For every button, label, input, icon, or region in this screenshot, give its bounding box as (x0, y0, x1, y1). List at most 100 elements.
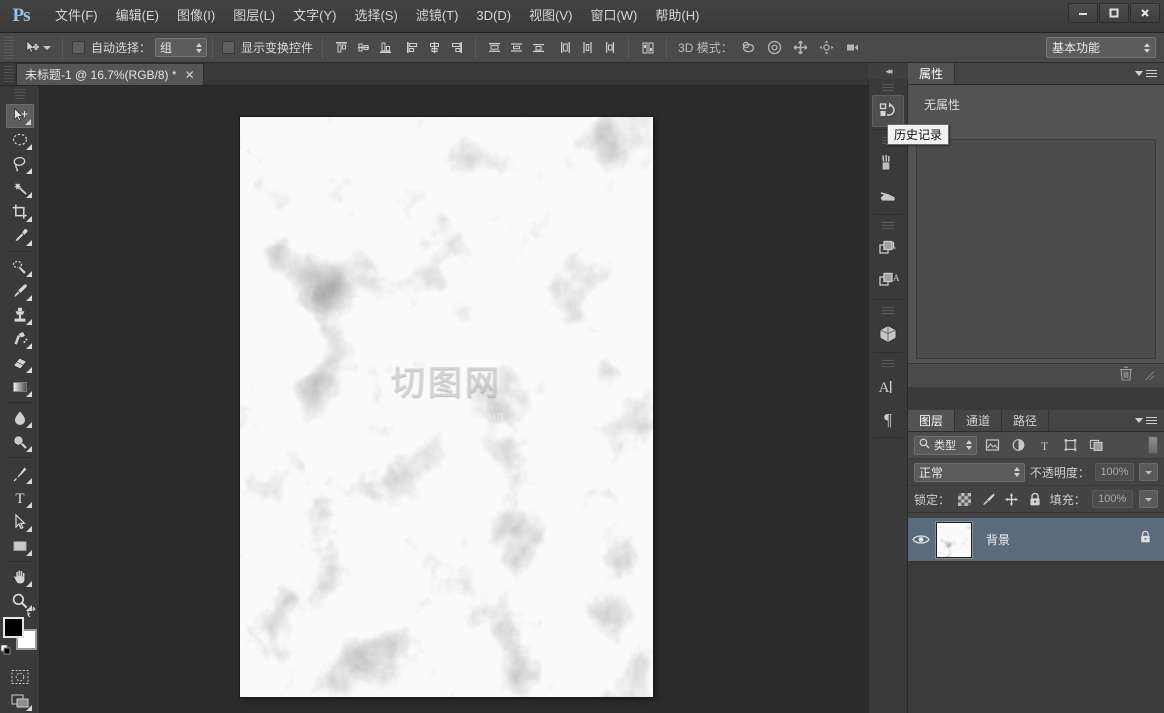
brush-panel-icon[interactable] (872, 148, 904, 180)
opacity-stepper[interactable] (1139, 463, 1158, 481)
panel-resize-grip[interactable] (1145, 371, 1154, 380)
default-colors-icon[interactable] (0, 643, 12, 661)
menu-edit[interactable]: 编辑(E) (107, 5, 168, 27)
options-bar-grip[interactable] (4, 36, 14, 59)
layer-comps-panel-icon[interactable] (872, 233, 904, 265)
magic-wand-tool[interactable] (6, 176, 34, 200)
distribute-horizontal-centers-icon[interactable] (578, 38, 597, 57)
close-button[interactable] (1130, 3, 1160, 23)
hand-tool[interactable] (6, 565, 34, 589)
workspace-switcher[interactable]: 基本功能 (1046, 37, 1156, 58)
lock-all-icon[interactable] (1026, 490, 1043, 508)
align-vertical-centers-icon[interactable] (354, 38, 373, 57)
maximize-button[interactable] (1099, 3, 1129, 23)
eye-icon[interactable] (908, 533, 934, 546)
tab-layers[interactable]: 图层 (908, 410, 956, 431)
show-transform-controls-group[interactable]: 显示变换控件 (218, 39, 317, 56)
dodge-tool[interactable] (6, 430, 34, 454)
layer-filter-type-dropdown[interactable]: 类型 (914, 435, 977, 455)
move-tool[interactable] (5, 103, 34, 128)
filter-adjustment-layers-icon[interactable] (1007, 435, 1029, 455)
clone-stamp-tool[interactable] (6, 303, 34, 327)
distribute-right-edges-icon[interactable] (600, 38, 619, 57)
lock-transparent-pixels-icon[interactable] (956, 490, 973, 508)
rectangle-tool[interactable] (6, 534, 34, 558)
minimize-button[interactable] (1068, 3, 1098, 23)
tab-bar-grip[interactable] (4, 66, 14, 84)
distribute-vertical-centers-icon[interactable] (507, 38, 526, 57)
menu-select[interactable]: 选择(S) (345, 5, 406, 27)
rail-grip[interactable] (882, 307, 894, 316)
tool-preset-chevron-down-icon[interactable] (43, 45, 51, 50)
opacity-value[interactable]: 100% (1094, 463, 1135, 481)
auto-select-checkbox[interactable] (72, 41, 85, 54)
menu-filter[interactable]: 滤镜(T) (407, 5, 468, 27)
tab-properties[interactable]: 属性 (908, 63, 956, 84)
align-right-edges-icon[interactable] (447, 38, 466, 57)
tab-paths[interactable]: 路径 (1002, 410, 1050, 431)
pan-3d-object-icon[interactable] (791, 38, 811, 57)
align-horizontal-centers-icon[interactable] (425, 38, 444, 57)
auto-select-scope-dropdown[interactable]: 组 (155, 38, 208, 57)
history-panel-icon[interactable] (872, 95, 904, 127)
pen-tool[interactable] (6, 461, 34, 485)
tools-panel-grip[interactable] (14, 89, 25, 101)
active-tool-preset[interactable] (17, 36, 57, 60)
rail-grip[interactable] (882, 222, 894, 231)
menu-window[interactable]: 窗口(W) (581, 5, 646, 27)
rail-grip[interactable] (882, 360, 894, 369)
horizontal-type-tool[interactable]: T (6, 486, 34, 510)
crop-tool[interactable] (6, 200, 34, 224)
path-selection-tool[interactable] (6, 510, 34, 534)
table-row[interactable]: 背景 (908, 518, 1164, 562)
slide-3d-object-icon[interactable] (817, 38, 837, 57)
blur-tool[interactable] (6, 406, 34, 430)
filter-shape-layers-icon[interactable] (1059, 435, 1081, 455)
elliptical-marquee-tool[interactable] (6, 128, 34, 152)
menu-type[interactable]: 文字(Y) (284, 5, 345, 27)
brush-presets-panel-icon[interactable] (872, 180, 904, 212)
distribute-bottom-edges-icon[interactable] (529, 38, 548, 57)
eraser-tool[interactable] (6, 351, 34, 375)
align-bottom-edges-icon[interactable] (376, 38, 395, 57)
document-canvas[interactable]: 切图网 www.sxiaw.com (240, 117, 653, 697)
close-icon[interactable]: ✕ (185, 69, 195, 81)
filter-smart-object-icon[interactable] (1085, 435, 1107, 455)
menu-help[interactable]: 帮助(H) (646, 5, 708, 27)
menu-file[interactable]: 文件(F) (46, 5, 107, 27)
swap-colors-icon[interactable] (25, 605, 38, 621)
trash-icon[interactable] (1119, 366, 1133, 386)
auto-select-checkbox-group[interactable]: 自动选择： (68, 39, 155, 56)
show-transform-checkbox[interactable] (222, 41, 236, 54)
brush-tool[interactable] (6, 279, 34, 303)
rail-grip[interactable] (882, 84, 894, 93)
character-panel-icon[interactable]: A (872, 371, 904, 403)
panel-menu-icon[interactable] (1135, 63, 1164, 84)
lock-position-icon[interactable] (1003, 490, 1020, 508)
quick-mask-mode-button[interactable] (6, 665, 34, 689)
layer-name[interactable]: 背景 (986, 531, 1139, 548)
layer-thumbnail[interactable] (935, 520, 973, 559)
auto-align-layers-icon[interactable] (638, 38, 657, 57)
scale-3d-object-icon[interactable] (843, 38, 863, 57)
gradient-tool[interactable] (6, 375, 34, 399)
history-brush-tool[interactable] (6, 327, 34, 351)
distribute-left-edges-icon[interactable] (556, 38, 575, 57)
roll-3d-object-icon[interactable] (765, 38, 785, 57)
fill-value[interactable]: 100% (1091, 490, 1133, 508)
3d-panel-icon[interactable] (872, 318, 904, 350)
eyedropper-tool[interactable] (6, 224, 34, 248)
blend-mode-dropdown[interactable]: 正常 (914, 462, 1025, 482)
document-tab[interactable]: 未标题-1 @ 16.7%(RGB/8) * ✕ (16, 63, 204, 85)
align-top-edges-icon[interactable] (332, 38, 351, 57)
foreground-color-swatch[interactable] (2, 616, 24, 638)
filter-enable-toggle[interactable] (1148, 436, 1158, 454)
paragraph-panel-icon[interactable]: ¶ (872, 403, 904, 435)
distribute-top-edges-icon[interactable] (485, 38, 504, 57)
collapse-panels-button[interactable]: ◂◂ (868, 63, 908, 79)
screen-mode-button[interactable] (6, 689, 34, 713)
lock-image-pixels-icon[interactable] (979, 490, 996, 508)
tab-channels[interactable]: 通道 (955, 410, 1003, 431)
adjustments-panel-icon[interactable]: A (872, 265, 904, 297)
lasso-tool[interactable] (6, 152, 34, 176)
